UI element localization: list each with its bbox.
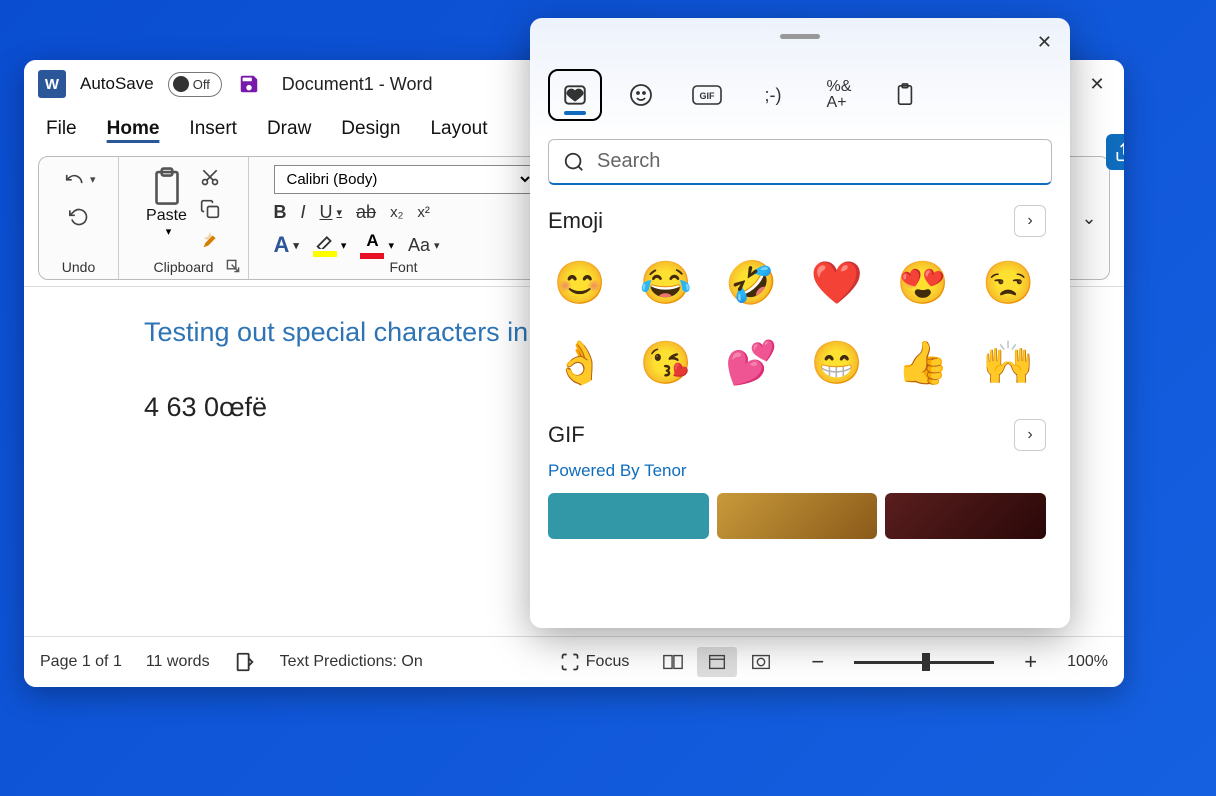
font-group-label: Font (389, 259, 417, 275)
gif-subtitle: Powered By Tenor (548, 461, 1046, 481)
panel-close-icon[interactable]: ✕ (1037, 32, 1052, 53)
search-icon (563, 151, 585, 173)
emoji-item[interactable]: 😒 (982, 257, 1034, 309)
undo-button[interactable]: ▾ (62, 165, 96, 193)
gif-expand-button[interactable]: › (1014, 419, 1046, 451)
gif-thumbnail[interactable] (717, 493, 878, 539)
autosave-label: AutoSave (80, 74, 154, 94)
paste-label: Paste (146, 207, 187, 225)
clipboard-group-label: Clipboard (154, 259, 214, 275)
autosave-toggle[interactable]: Off (168, 72, 222, 97)
tab-recent[interactable] (548, 69, 602, 121)
collapse-ribbon-button[interactable]: ⌄ (1069, 157, 1109, 279)
gif-section-title: GIF (548, 422, 585, 448)
emoji-item[interactable]: 😁 (811, 337, 863, 389)
emoji-item[interactable]: 🤣 (725, 257, 777, 309)
cut-button[interactable] (198, 165, 222, 189)
search-input[interactable] (597, 150, 1037, 173)
emoji-item[interactable]: 💕 (725, 337, 777, 389)
bold-button[interactable]: B (274, 202, 287, 223)
emoji-grid: 😊 😂 🤣 ❤️ 😍 😒 👌 😘 💕 😁 👍 🙌 (548, 243, 1046, 413)
underline-button[interactable]: U▾ (320, 202, 343, 223)
strikethrough-button[interactable]: ab (356, 202, 376, 223)
zoom-slider[interactable] (854, 661, 994, 664)
redo-button[interactable] (62, 203, 96, 231)
tab-smileys[interactable] (614, 69, 668, 121)
svg-text:GIF: GIF (700, 91, 716, 101)
autosave-state: Off (193, 77, 210, 92)
italic-button[interactable]: I (301, 202, 306, 223)
chevron-down-icon: ▾ (166, 225, 172, 238)
gif-section-header: GIF › (548, 413, 1046, 457)
zoom-percent[interactable]: 100% (1067, 653, 1108, 671)
emoji-item[interactable]: 😍 (897, 257, 949, 309)
tab-layout[interactable]: Layout (430, 118, 487, 146)
gif-thumbnail[interactable] (548, 493, 709, 539)
emoji-item[interactable]: 👍 (897, 337, 949, 389)
page-indicator[interactable]: Page 1 of 1 (40, 653, 122, 671)
emoji-item[interactable]: 😂 (640, 257, 692, 309)
word-app-icon: W (38, 70, 66, 98)
read-mode-button[interactable] (653, 647, 693, 677)
close-icon[interactable]: ✕ (1084, 71, 1110, 97)
document-title: Document1 - Word (282, 74, 433, 95)
text-predictions[interactable]: Text Predictions: On (280, 653, 423, 671)
format-painter-button[interactable] (198, 229, 222, 253)
focus-button[interactable]: Focus (560, 652, 630, 672)
gif-thumbnail[interactable] (885, 493, 1046, 539)
spellcheck-icon[interactable] (234, 651, 256, 673)
search-box (548, 139, 1052, 185)
status-bar: Page 1 of 1 11 words Text Predictions: O… (24, 636, 1124, 687)
emoji-item[interactable]: 🙌 (982, 337, 1034, 389)
superscript-button[interactable]: x² (417, 204, 430, 221)
tab-kaomoji[interactable]: ;-) (746, 69, 800, 121)
emoji-item[interactable]: 😘 (640, 337, 692, 389)
chevron-down-icon: ▾ (90, 173, 96, 186)
save-icon[interactable] (236, 71, 262, 97)
subscript-button[interactable]: x₂ (390, 204, 403, 221)
highlight-button[interactable]: ▾ (313, 233, 347, 257)
gif-row (548, 493, 1046, 539)
emoji-item[interactable]: 😊 (554, 257, 606, 309)
change-case-button[interactable]: Aa▾ (408, 235, 440, 256)
share-button[interactable] (1106, 134, 1124, 170)
tab-file[interactable]: File (46, 118, 77, 146)
tab-draw[interactable]: Draw (267, 118, 311, 146)
copy-button[interactable] (198, 197, 222, 221)
emoji-item[interactable]: ❤️ (811, 257, 863, 309)
zoom-out-button[interactable]: − (805, 649, 830, 675)
font-family-select[interactable]: Calibri (Body) (274, 165, 534, 194)
clipboard-dialog-launcher[interactable] (226, 259, 240, 273)
emoji-picker-panel: ✕ GIF ;-) %&A+ Emoji › 😊 😂 🤣 ❤️ 😍 (530, 18, 1070, 628)
drag-handle[interactable] (780, 34, 820, 39)
emoji-expand-button[interactable]: › (1014, 205, 1046, 237)
tab-home[interactable]: Home (107, 118, 160, 146)
panel-scroll[interactable]: Emoji › 😊 😂 🤣 ❤️ 😍 😒 👌 😘 💕 😁 👍 🙌 GIF › P… (548, 199, 1052, 622)
tab-symbols[interactable]: %&A+ (812, 69, 866, 121)
tab-design[interactable]: Design (341, 118, 400, 146)
print-layout-button[interactable] (697, 647, 737, 677)
emoji-item[interactable]: 👌 (554, 337, 606, 389)
zoom-in-button[interactable]: + (1018, 649, 1043, 675)
word-count[interactable]: 11 words (146, 653, 210, 671)
font-color-button[interactable]: A ▾ (360, 231, 394, 259)
emoji-section-header: Emoji › (548, 199, 1046, 243)
paste-button[interactable]: Paste ▾ (146, 165, 188, 253)
tab-insert[interactable]: Insert (189, 118, 237, 146)
undo-group-label: Undo (62, 259, 95, 275)
tab-gif[interactable]: GIF (680, 69, 734, 121)
tab-clipboard[interactable] (878, 69, 932, 121)
emoji-section-title: Emoji (548, 208, 603, 234)
panel-tabs: GIF ;-) %&A+ (548, 69, 1052, 121)
text-effects-button[interactable]: A▾ (274, 232, 299, 258)
web-layout-button[interactable] (741, 647, 781, 677)
